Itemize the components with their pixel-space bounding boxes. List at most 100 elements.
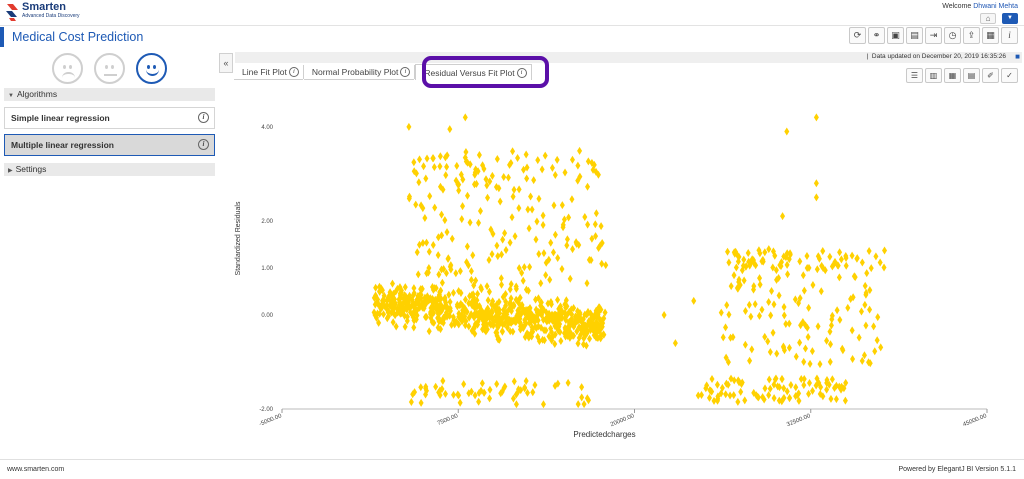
data-point (515, 154, 521, 163)
data-point (797, 338, 803, 347)
collapse-sidebar-button[interactable]: « (219, 53, 233, 73)
data-point (813, 179, 819, 188)
annotation-highlight (422, 56, 549, 88)
data-point (575, 161, 581, 170)
data-point (444, 228, 450, 237)
data-point (464, 242, 470, 251)
info-icon[interactable]: i (288, 66, 299, 77)
data-point (834, 306, 840, 315)
data-point (726, 310, 732, 319)
data-point (804, 251, 810, 260)
data-point (565, 378, 571, 387)
data-point (862, 281, 868, 290)
data-point (741, 276, 747, 285)
data-point (542, 151, 548, 160)
chart-svg[interactable]: -5000.00 7500.00 20000.00 32500.00 45000.00 -… (232, 96, 1002, 446)
data-point (871, 322, 877, 331)
data-point (540, 221, 546, 230)
algorithm-multiple-linear-regression[interactable]: Multiple linear regression i (4, 134, 215, 156)
schedule-icon: ◷ (948, 30, 957, 40)
data-point (555, 295, 561, 304)
data-point (866, 247, 872, 256)
algorithm-simple-linear-regression[interactable]: Simple linear regression i (4, 107, 215, 129)
data-point (373, 283, 379, 292)
data-point (499, 250, 505, 259)
data-point (863, 321, 869, 330)
logo-name: Smarten (22, 1, 67, 13)
app-logo[interactable]: Smarten Advanced Data Discovery (4, 2, 80, 22)
algorithms-section-header[interactable]: ▼ Algorithms (4, 88, 215, 101)
data-point (479, 379, 485, 388)
save-as-button[interactable]: ▤ (906, 27, 923, 44)
data-point (415, 270, 421, 279)
data-point (767, 347, 773, 356)
data-point (447, 125, 453, 134)
data-point (579, 393, 585, 402)
data-point (801, 286, 807, 295)
data-point (735, 397, 741, 406)
grid-icon: ▦ (986, 30, 995, 40)
data-point (766, 375, 772, 384)
settings-section-header[interactable]: ▶ Settings (4, 163, 215, 176)
neutral-face-icon[interactable] (94, 53, 125, 84)
link-button[interactable]: ⚭ (868, 27, 885, 44)
data-point (530, 388, 536, 397)
save-button[interactable]: ▣ (887, 27, 904, 44)
apply-button[interactable]: ✓ (1001, 68, 1018, 83)
data-point (487, 385, 493, 394)
rows-view-button[interactable]: ▤ (963, 68, 980, 83)
data-point (731, 271, 737, 280)
sidebar: ▼ Algorithms Simple linear regression i M… (0, 48, 218, 458)
user-menu-button[interactable]: ▼ (1002, 13, 1018, 24)
data-point (849, 326, 855, 335)
schedule-button[interactable]: ◷ (944, 27, 961, 44)
footer-website-link[interactable]: www.smarten.com (7, 466, 64, 473)
data-point (570, 245, 576, 254)
data-point (603, 261, 609, 270)
grid-button[interactable]: ▦ (982, 27, 999, 44)
data-point (497, 197, 503, 206)
home-button[interactable]: ⌂ (980, 13, 996, 24)
table-view-button[interactable]: ▦ (944, 68, 961, 83)
y-tick-label: 2.00 (261, 219, 273, 225)
share-button[interactable]: ⇪ (963, 27, 980, 44)
data-point (815, 322, 821, 331)
data-point (511, 185, 517, 194)
data-point (494, 379, 500, 388)
info-icon[interactable]: i (198, 139, 209, 150)
data-point (584, 279, 590, 288)
data-point (837, 248, 843, 257)
filter-table-button[interactable]: ▥ (925, 68, 942, 83)
brush-button[interactable]: ✐ (982, 68, 999, 83)
caret-right-icon: ▶ (8, 168, 13, 174)
tab-normal-probability-plot[interactable]: Normal Probability Plot i (303, 64, 415, 80)
data-point (691, 296, 697, 305)
data-point (440, 376, 446, 385)
footer: www.smarten.com Powered by ElegantJ BI V… (0, 459, 1024, 479)
data-point (516, 204, 522, 213)
user-name-link[interactable]: Dhwani Mehta (973, 3, 1018, 10)
data-point (495, 252, 501, 261)
table-icon: ▦ (948, 71, 957, 80)
info-icon[interactable]: i (400, 66, 411, 77)
data-point (451, 390, 457, 399)
list-view-button[interactable]: ☰ (906, 68, 923, 83)
sad-face-icon[interactable] (52, 53, 83, 84)
data-point (507, 238, 513, 247)
data-point (752, 300, 758, 309)
info-icon[interactable]: i (198, 112, 209, 123)
export-button[interactable]: ⇥ (925, 27, 942, 44)
data-point (433, 382, 439, 391)
data-point (510, 192, 516, 201)
data-point (498, 280, 504, 289)
info-button[interactable]: i (1001, 27, 1018, 44)
data-point (536, 250, 542, 259)
data-point (661, 310, 667, 319)
refresh-button[interactable]: ⟳ (849, 27, 866, 44)
data-point (802, 344, 808, 353)
data-point (718, 308, 724, 317)
data-point (465, 191, 471, 200)
tab-line-fit-plot[interactable]: Line Fit Plot i (234, 64, 303, 80)
comment-icon[interactable]: ■ (1015, 52, 1020, 61)
happy-face-icon[interactable] (136, 53, 167, 84)
